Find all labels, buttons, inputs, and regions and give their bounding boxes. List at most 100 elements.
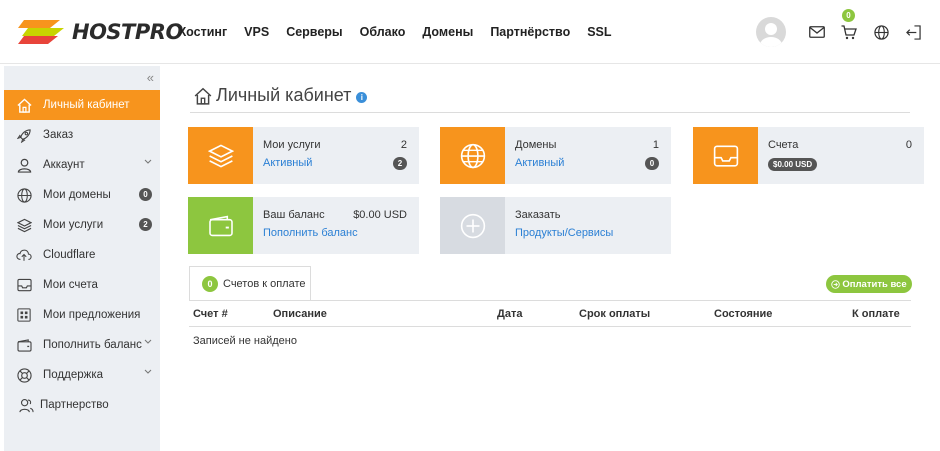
sidebar-item-invoices[interactable]: Мои счета xyxy=(4,270,160,300)
grid-icon xyxy=(16,307,32,323)
sidebar-item-domains[interactable]: Мои домены 0 xyxy=(4,180,160,210)
card-icon-panel xyxy=(440,197,505,254)
col-status[interactable]: Состояние xyxy=(714,308,772,320)
globe-icon xyxy=(16,187,32,203)
page-title: Личный кабинет i xyxy=(194,85,368,106)
wallet-icon xyxy=(16,337,32,353)
tab-label: Счетов к оплате xyxy=(223,278,306,290)
sidebar-item-account[interactable]: Аккаунт xyxy=(4,150,160,180)
card-label: Домены xyxy=(515,139,557,151)
cart-button[interactable]: 0 xyxy=(838,9,860,43)
logo-mark-icon xyxy=(18,20,64,44)
card-label: Заказать xyxy=(515,209,561,221)
services-count-badge: 2 xyxy=(139,218,152,231)
empty-table-message: Записей не найдено xyxy=(193,335,297,347)
sidebar-item-label: Аккаунт xyxy=(43,159,85,171)
main-nav: Хостинг VPS Серверы Облако Домены Партнё… xyxy=(178,0,629,64)
card-order[interactable]: Заказать Продукты/Сервисы xyxy=(440,197,671,254)
card-icon-panel xyxy=(188,127,253,184)
sidebar-item-label: Мои предложения xyxy=(43,309,141,321)
tab-unpaid-invoices[interactable]: 0 Счетов к оплате xyxy=(189,266,311,301)
sidebar-item-label: Поддержка xyxy=(43,369,103,381)
pay-all-button[interactable]: Оплатить все xyxy=(826,275,912,293)
layers-icon xyxy=(16,217,32,233)
card-icon-panel xyxy=(440,127,505,184)
sidebar-item-top-up[interactable]: Пополнить баланс xyxy=(4,330,160,360)
globe-icon xyxy=(873,24,889,40)
mail-button[interactable] xyxy=(806,21,828,43)
logo[interactable]: HOSTPRO xyxy=(18,14,183,50)
sidebar-item-offers[interactable]: Мои предложения xyxy=(4,300,160,330)
cloud-upload-icon xyxy=(16,247,32,263)
sidebar-item-support[interactable]: Поддержка xyxy=(4,360,160,390)
title-divider xyxy=(190,112,910,113)
logo-text: HOSTPRO xyxy=(72,20,183,44)
col-date[interactable]: Дата xyxy=(497,308,522,320)
home-icon xyxy=(194,87,212,105)
card-balance[interactable]: Ваш баланс $0.00 USD Пополнить баланс xyxy=(188,197,419,254)
sidebar-item-label: Заказ xyxy=(43,129,74,141)
user-icon xyxy=(16,157,32,173)
sidebar-item-label: Мои домены xyxy=(43,189,111,201)
sidebar-item-label: Мои услуги xyxy=(43,219,104,231)
cart-icon xyxy=(841,24,857,39)
sidebar-item-label: Cloudflare xyxy=(43,249,96,261)
sidebar-item-label: Личный кабинет xyxy=(43,99,130,111)
lifebuoy-icon xyxy=(16,367,32,383)
card-label: Счета xyxy=(768,139,799,151)
nav-ssl[interactable]: SSL xyxy=(587,25,611,39)
nav-vps[interactable]: VPS xyxy=(244,25,269,39)
status-badge: 2 xyxy=(393,157,407,170)
collapse-sidebar-icon[interactable]: « xyxy=(147,70,154,85)
nav-hosting[interactable]: Хостинг xyxy=(178,25,227,39)
nav-cloud[interactable]: Облако xyxy=(360,25,406,39)
sidebar-item-partnership[interactable]: Партнерство xyxy=(4,390,160,420)
nav-partnership[interactable]: Партнёрство xyxy=(490,25,570,39)
sidebar-item-dashboard[interactable]: Личный кабинет xyxy=(4,90,160,120)
domains-active-link[interactable]: Активный xyxy=(515,157,564,169)
nav-servers[interactable]: Серверы xyxy=(286,25,342,39)
services-active-link[interactable]: Активный xyxy=(263,157,312,169)
avatar-user-icon xyxy=(760,23,782,47)
sidebar-item-order[interactable]: Заказ xyxy=(4,120,160,150)
language-button[interactable] xyxy=(870,21,892,43)
header-icons: 0 xyxy=(756,0,924,64)
col-amount-due[interactable]: К оплате xyxy=(852,308,900,320)
inbox-icon xyxy=(16,277,32,293)
card-invoices[interactable]: Счета 0 $0.00 USD xyxy=(693,127,924,184)
info-icon[interactable]: i xyxy=(356,91,368,103)
logout-button[interactable] xyxy=(902,21,924,43)
status-badge: 0 xyxy=(645,157,659,170)
unpaid-count-badge: 0 xyxy=(202,276,218,292)
sidebar-item-label: Партнерство xyxy=(40,399,109,411)
mail-icon xyxy=(809,26,825,38)
chevron-down-icon xyxy=(144,369,152,374)
sidebar-item-label: Пополнить баланс xyxy=(43,339,142,351)
card-label: Ваш баланс xyxy=(263,209,325,221)
chevron-down-icon xyxy=(144,159,152,164)
sidebar-item-services[interactable]: Мои услуги 2 xyxy=(4,210,160,240)
pay-all-label: Оплатить все xyxy=(842,278,907,290)
card-value: 0 xyxy=(905,139,912,151)
tabs-divider xyxy=(189,300,911,301)
avatar[interactable] xyxy=(756,17,786,47)
col-description[interactable]: Описание xyxy=(273,308,327,320)
card-icon-panel xyxy=(188,197,253,254)
card-domains[interactable]: Домены 1 Активный 0 xyxy=(440,127,671,184)
top-up-link[interactable]: Пополнить баланс xyxy=(263,227,358,239)
card-label: Мои услуги xyxy=(263,139,321,151)
globe-icon xyxy=(460,143,485,168)
sidebar: « Личный кабинет Заказ Аккаунт Мои домен… xyxy=(4,66,160,451)
card-services[interactable]: Мои услуги 2 Активный 2 xyxy=(188,127,419,184)
col-invoice-number[interactable]: Счет # xyxy=(193,308,228,320)
sidebar-item-cloudflare[interactable]: Cloudflare xyxy=(4,240,160,270)
col-due-date[interactable]: Срок оплаты xyxy=(579,308,650,320)
nav-domains[interactable]: Домены xyxy=(422,25,473,39)
header: HOSTPRO Хостинг VPS Серверы Облако Домен… xyxy=(0,0,940,64)
wallet-icon xyxy=(208,215,233,236)
arrow-circle-icon xyxy=(831,279,841,289)
plus-circle-icon xyxy=(460,213,485,238)
card-value: 2 xyxy=(400,139,407,151)
products-link[interactable]: Продукты/Сервисы xyxy=(515,227,613,239)
rocket-icon xyxy=(16,127,32,143)
